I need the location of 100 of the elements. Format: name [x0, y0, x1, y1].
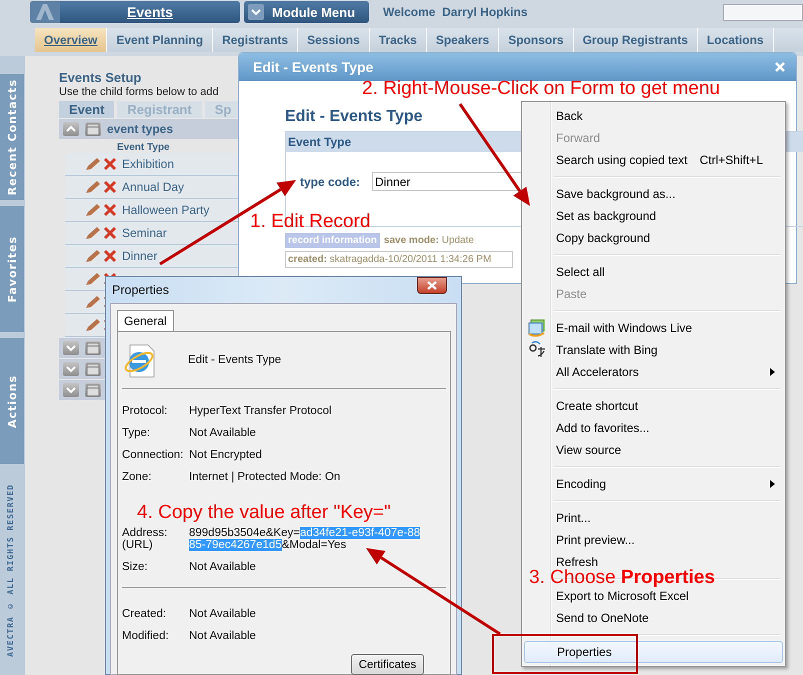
collapse-button[interactable] [63, 122, 79, 136]
close-button[interactable] [417, 276, 447, 294]
pencil-icon[interactable] [85, 272, 101, 286]
menu-item: Paste [555, 286, 588, 303]
event-type-name: Dinner [122, 249, 158, 263]
property-value: HyperText Transfer Protocol [189, 405, 332, 417]
pencil-icon[interactable] [85, 203, 101, 217]
submenu-arrow-icon [770, 368, 775, 376]
section-title: Events Setup [59, 70, 142, 85]
search-field[interactable] [723, 4, 803, 20]
annotation-text: 4. Copy the value after "Key=" [137, 502, 391, 524]
delete-icon[interactable] [103, 226, 117, 240]
chevron-down-icon [66, 344, 76, 352]
module-name-link[interactable]: Events [60, 4, 240, 20]
window-icon[interactable] [85, 341, 101, 355]
menu-item[interactable]: Create shortcut [524, 395, 783, 417]
event-type-name: Exhibition [122, 157, 174, 171]
expand-button[interactable] [63, 341, 79, 355]
property-value: Not Available [189, 561, 256, 573]
delete-icon[interactable] [103, 180, 117, 194]
column-header: Event Type [117, 142, 171, 153]
dialog-title: Edit - Events Type [253, 59, 374, 75]
property-label: Address: [122, 527, 168, 539]
nav-tab[interactable]: Overview [35, 28, 108, 52]
menu-item[interactable]: E-mail with Windows Live [524, 317, 783, 339]
property-label: Created: [122, 608, 168, 620]
dialog-tab[interactable]: General [117, 310, 174, 331]
delete-icon[interactable] [103, 203, 117, 217]
property-label: Modified: [122, 630, 170, 642]
property-value: Not Available [189, 630, 256, 642]
copyright-text: AVECTRA © ALL RIGHTS RESERVED [6, 484, 16, 657]
property-value: Not Available [189, 608, 256, 620]
menu-item[interactable]: Back [524, 105, 783, 127]
pencil-icon[interactable] [85, 295, 101, 309]
submenu-arrow-icon [770, 480, 775, 488]
pencil-icon[interactable] [85, 249, 101, 263]
chevron-down-icon [66, 386, 76, 394]
menu-item[interactable]: Set as background [524, 205, 783, 227]
logo-icon [36, 4, 54, 20]
dialog-title: Properties [112, 283, 169, 297]
property-value: Internet | Protected Mode: On [189, 471, 340, 483]
property-label: Zone: [122, 471, 152, 483]
created-text: created: skatragadda-10/20/2011 1:34:26 PM [285, 251, 513, 268]
window-icon[interactable] [85, 362, 101, 376]
nav-tab[interactable]: Event Planning [107, 28, 214, 52]
close-icon[interactable] [774, 61, 786, 73]
menu-item[interactable]: Save background as... [524, 183, 783, 205]
window-icon[interactable] [85, 383, 101, 397]
menu-item[interactable]: Copy background [524, 227, 783, 249]
event-type-name: Halloween Party [122, 203, 210, 217]
event-type-name: Annual Day [122, 180, 184, 194]
menu-item[interactable]: Search using copied text Ctrl+Shift+L [524, 149, 783, 171]
shortcut-text: Ctrl+Shift+L [700, 153, 763, 167]
field-label: type code: [300, 174, 360, 188]
menu-item[interactable]: Encoding [524, 473, 783, 495]
property-value: Not Encrypted [189, 449, 262, 461]
menu-item[interactable]: Send to OneNote [524, 607, 783, 629]
chevron-up-icon [66, 125, 76, 133]
menu-item[interactable]: Properties [524, 641, 783, 663]
close-icon [427, 280, 437, 290]
property-label: (URL) [122, 539, 154, 551]
property-label: Connection: [122, 449, 184, 461]
menu-item[interactable]: Print preview... [524, 529, 783, 551]
annotation-text: 3. Choose Properties [529, 567, 715, 589]
menu-item: Forward [555, 130, 602, 147]
annotation-text: 1. Edit Record [250, 211, 370, 233]
menu-item[interactable]: Translate with Bing [524, 339, 783, 361]
expand-button[interactable] [63, 383, 79, 397]
address-value: 899d95b3504e&Key=ad34fe21-e93f-407e-8885-79ec4267e1d5&Modal=Yes [189, 527, 422, 551]
menu-item[interactable]: All Accelerators [524, 361, 783, 383]
welcome-text: Welcome Darryl Hopkins [383, 5, 528, 19]
translate-icon [528, 341, 546, 359]
property-label: Protocol: [122, 405, 168, 417]
child-form-tab[interactable]: Event [59, 101, 114, 118]
record-info-label: record information [285, 233, 380, 248]
event-type-name: Seminar [122, 226, 167, 240]
delete-icon[interactable] [103, 249, 117, 263]
menu-item[interactable]: View source [524, 439, 783, 461]
property-value: Not Available [189, 427, 256, 439]
page-name: Edit - Events Type [188, 354, 282, 366]
property-label: Size: [122, 561, 149, 573]
pencil-icon[interactable] [85, 318, 101, 332]
pencil-icon[interactable] [85, 180, 101, 194]
menu-item[interactable]: Select all [524, 261, 783, 283]
module-menu-button[interactable]: Module Menu [244, 1, 369, 23]
window-icon[interactable] [85, 122, 101, 136]
save-mode-text: save mode: Update [384, 235, 474, 246]
mail-window-icon [528, 319, 546, 337]
form-heading: Edit - Events Type [285, 108, 423, 126]
annotation-text: 2. Right-Mouse-Click on Form to get menu [362, 78, 720, 100]
expand-button[interactable] [63, 362, 79, 376]
chevron-down-icon [66, 365, 76, 373]
pencil-icon[interactable] [85, 226, 101, 240]
certificates-button[interactable]: Certificates [351, 654, 424, 675]
delete-icon[interactable] [103, 157, 117, 171]
description-text: Use the child forms below to add [59, 86, 220, 98]
menu-item[interactable]: Add to favorites... [524, 417, 783, 439]
menu-item[interactable]: Print... [524, 507, 783, 529]
pencil-icon[interactable] [85, 157, 101, 171]
chevron-down-icon [248, 4, 264, 20]
